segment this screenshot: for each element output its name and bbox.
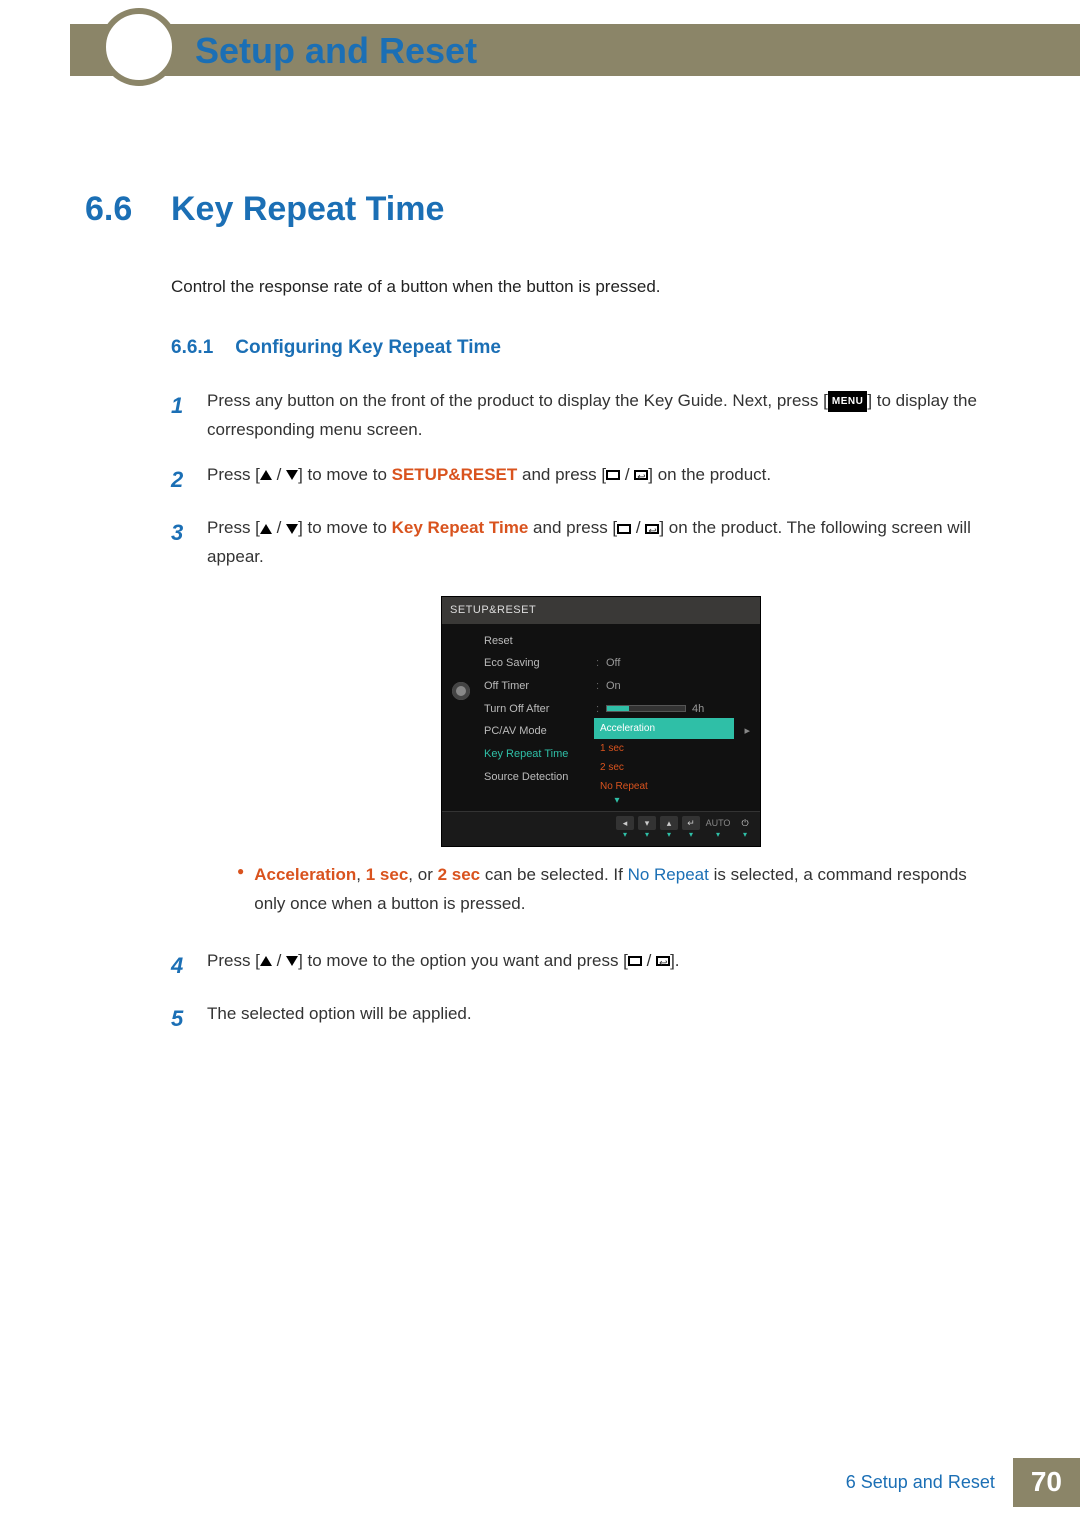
step-2: 2 Press [ / ] to move to SETUP&RESET and… [171,461,995,498]
step-text: ] to move to [298,518,392,537]
step-text: ]. [670,951,679,970]
osd-item-reset: Reset [484,632,596,651]
subsection-number: 6.6.1 [171,337,213,359]
osd-figure-row: SETUP&RESET Reset Eco Saving:Off Off Tim… [171,588,995,931]
section-title: Key Repeat Time [171,190,444,229]
footer-page-number: 70 [1013,1458,1080,1507]
step-text: ] to move to the option you want and pre… [298,951,628,970]
bullet-icon: ● [237,861,244,919]
osd-item-eco: Eco Saving [484,654,596,673]
arrow-down-icon [286,524,298,534]
step-number: 4 [171,947,189,984]
menu-button-icon: MENU [828,391,867,412]
highlight-key-repeat-time: Key Repeat Time [392,518,529,537]
step-5: 5 The selected option will be applied. [171,1000,995,1037]
page-content: 6.6 Key Repeat Time Control the response… [85,190,995,1054]
osd-option-norepeat: No Repeat [594,777,734,796]
step-3: 3 Press [ / ] to move to Key Repeat Time… [171,514,995,572]
source-icon [628,956,642,966]
source-icon [606,470,620,480]
step-text: The selected option will be applied. [207,1000,995,1037]
osd-item-pcav: PC/AV Mode [484,722,596,741]
header-title: Setup and Reset [195,30,477,72]
osd-value-turnoff: 4h [692,703,704,715]
step-text: and press [ [528,518,617,537]
step-1: 1 Press any button on the front of the p… [171,387,995,445]
step-text: ] to move to [298,465,392,484]
arrow-down-icon [286,470,298,480]
note-1sec: 1 sec [366,865,409,884]
enter-icon [634,470,648,480]
osd-item-timer: Off Timer [484,677,596,696]
osd-item-turnoff: Turn Off After [484,700,596,719]
osd-option-2sec: 2 sec [594,758,734,777]
step-number: 2 [171,461,189,498]
chapter-badge-circle [100,8,178,86]
arrow-up-icon [260,524,272,534]
osd-screenshot: SETUP&RESET Reset Eco Saving:Off Off Tim… [441,596,761,847]
note-bullet: ● Acceleration, 1 sec, or 2 sec can be s… [237,861,995,919]
footer-chapter: 6 Setup and Reset [828,1458,1013,1507]
page-footer: 6 Setup and Reset 70 [828,1458,1080,1507]
step-text: Press any button on the front of the pro… [207,391,828,410]
note-acceleration: Acceleration [254,865,356,884]
osd-item-source-detect: Source Detection [484,768,596,787]
highlight-setup-reset: SETUP&RESET [392,465,518,484]
step-number: 5 [171,1000,189,1037]
note-text: , [356,865,365,884]
step-4: 4 Press [ / ] to move to the option you … [171,947,995,984]
enter-icon [656,956,670,966]
osd-slider [606,705,686,712]
section-heading: 6.6 Key Repeat Time [85,190,995,229]
step-text: Press [ [207,951,260,970]
note-text: can be selected. If [480,865,627,884]
source-icon [617,524,631,534]
osd-value-timer: On [606,677,750,696]
osd-option-1sec: 1 sec [594,739,734,758]
osd-footer: ◂▾ ▾▾ ▴▾ ↵▾ AUTO▾ ⏻▾ [442,811,760,846]
step-text: ] on the product. [648,465,771,484]
steps-list: 1 Press any button on the front of the p… [171,387,995,1038]
step-text: and press [ [517,465,606,484]
step-text: Press [ [207,518,260,537]
gear-icon [452,682,470,700]
arrow-down-icon [286,956,298,966]
osd-value-eco: Off [606,654,750,673]
section-intro: Control the response rate of a button wh… [171,277,995,297]
step-number: 3 [171,514,189,572]
subsection-title: Configuring Key Repeat Time [235,337,501,359]
note-norepeat: No Repeat [628,865,709,884]
arrow-up-icon [260,956,272,966]
subsection-heading: 6.6.1 Configuring Key Repeat Time [171,337,995,359]
osd-item-krt: Key Repeat Time [484,745,596,764]
step-number: 1 [171,387,189,445]
step-text: Press [ [207,465,260,484]
osd-title: SETUP&RESET [442,597,760,624]
osd-option-acceleration: Acceleration [594,718,734,739]
note-2sec: 2 sec [438,865,481,884]
osd-dropdown: Acceleration 1 sec 2 sec No Repeat [594,718,734,796]
enter-icon [645,524,659,534]
arrow-up-icon [260,470,272,480]
section-number: 6.6 [85,190,143,229]
note-text: , or [408,865,437,884]
